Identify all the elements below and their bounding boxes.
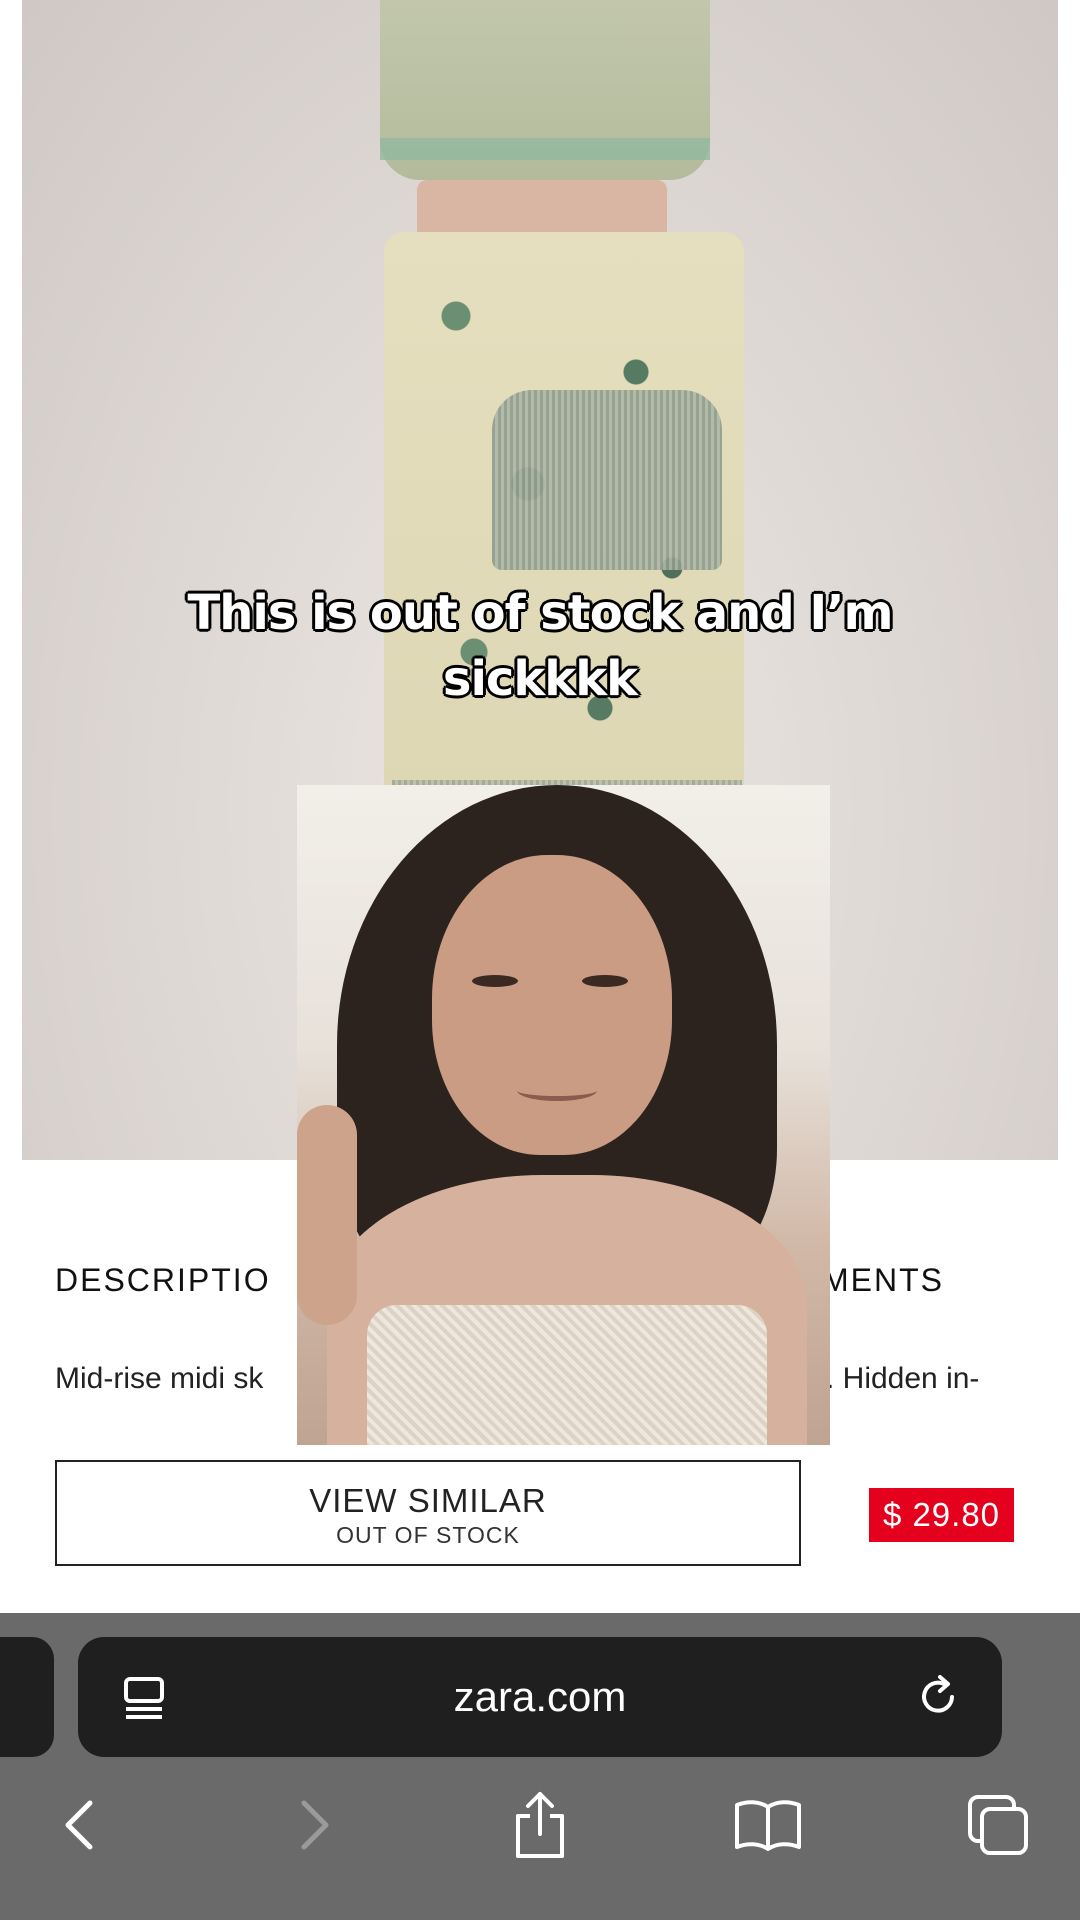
video-caption: This is out of stock and I’m sickkkk [160,580,920,712]
description-text-right: . Hidden in- [826,1362,980,1395]
right-eye [582,975,628,987]
view-similar-button[interactable]: VIEW SIMILAR OUT OF STOCK [55,1460,801,1566]
forward-button[interactable] [274,1785,354,1865]
tabs-button[interactable] [958,1785,1038,1865]
share-icon [516,1792,564,1858]
back-arrow-icon [65,1800,93,1850]
share-button[interactable] [500,1785,580,1865]
creator-video-overlay [297,785,830,1445]
browser-chrome: zara.com [0,1613,1080,1920]
url-text: zara.com [453,1673,627,1720]
model-top-garment [380,0,710,180]
description-text-left: Mid-rise midi sk [55,1362,264,1395]
back-button[interactable] [40,1785,120,1865]
forward-arrow-icon [301,1800,329,1850]
left-eye [472,975,518,987]
model-midriff [417,180,667,240]
lace-top [367,1305,767,1445]
reload-icon[interactable] [914,1673,962,1721]
bookmarks-icon [735,1800,801,1851]
raised-hand [297,1105,357,1325]
price-badge: $ 29.80 [869,1488,1014,1542]
description-tab[interactable]: DESCRIPTIO [55,1262,271,1299]
bookmarks-button[interactable] [728,1785,808,1865]
caption-line-2: sickkkk [442,651,638,707]
caption-line-1: This is out of stock and I’m [187,585,893,641]
measurements-tab[interactable]: MENTS [822,1262,944,1299]
stock-status: OUT OF STOCK [336,1522,520,1548]
address-bar[interactable]: zara.com [78,1637,1002,1757]
face [432,855,672,1155]
tabs-icon [968,1795,1028,1855]
skirt-fringe-panel [492,390,722,570]
mouth [517,1080,597,1101]
view-similar-label: VIEW SIMILAR [309,1482,547,1519]
previous-tab-stub[interactable] [0,1637,54,1757]
